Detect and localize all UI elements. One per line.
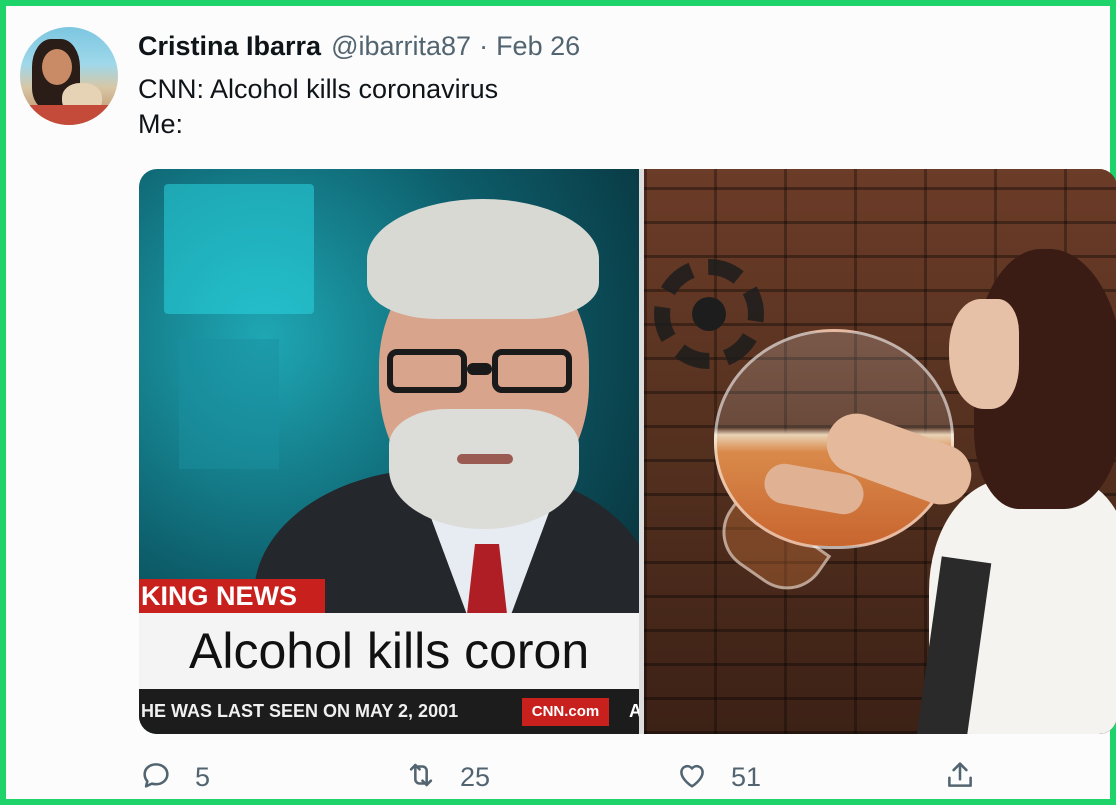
heart-icon (675, 758, 709, 797)
reply-icon (139, 758, 173, 797)
anchor-hair (367, 199, 599, 319)
user-handle[interactable]: @ibarrita87 (331, 31, 471, 62)
avatar-face (42, 49, 72, 85)
studio-screen (164, 184, 314, 314)
tweet-actions: 5 25 51 (139, 758, 1116, 794)
media-image-right[interactable] (644, 169, 1116, 734)
news-headline: Alcohol kills coron (139, 613, 639, 689)
avatar-shirt (20, 105, 118, 125)
studio-screen-secondary (179, 339, 279, 469)
woman-face (949, 299, 1019, 409)
tweet-text-line1: CNN: Alcohol kills coronavirus (138, 74, 499, 104)
separator-dot: · (479, 31, 489, 61)
anchor-glasses (387, 349, 572, 395)
anchor-mouth (457, 454, 513, 464)
tweet-text: CNN: Alcohol kills coronavirus Me: (138, 72, 498, 142)
breaking-news-banner: KING NEWS (139, 579, 326, 613)
tweet-media: KING NEWS Alcohol kills coron HE WAS LAS… (139, 169, 1116, 734)
tweet-text-line2: Me: (138, 109, 184, 139)
share-button[interactable] (943, 758, 977, 797)
avatar[interactable] (20, 27, 118, 125)
like-count: 51 (731, 762, 762, 792)
anchor-beard (389, 409, 579, 529)
retweet-icon (404, 758, 438, 797)
ticker-overflow: A (629, 701, 639, 721)
display-name[interactable]: Cristina Ibarra (138, 31, 321, 62)
retweet-button[interactable]: 25 (404, 758, 490, 797)
tweet-card: Cristina Ibarra @ibarrita87 · Feb 26 CNN… (0, 0, 1116, 805)
share-icon (943, 758, 977, 797)
media-image-left[interactable]: KING NEWS Alcohol kills coron HE WAS LAS… (139, 169, 639, 734)
reply-button[interactable]: 5 (139, 758, 210, 797)
retweet-count: 25 (460, 762, 491, 792)
cnn-logo: CNN.com (522, 698, 609, 726)
tweet-header: Cristina Ibarra @ibarrita87 · Feb 26 (138, 31, 580, 62)
tweet-date[interactable]: Feb 26 (496, 31, 580, 62)
like-button[interactable]: 51 (675, 758, 761, 797)
reply-count: 5 (195, 762, 211, 792)
wall-gear-hub (692, 297, 726, 331)
